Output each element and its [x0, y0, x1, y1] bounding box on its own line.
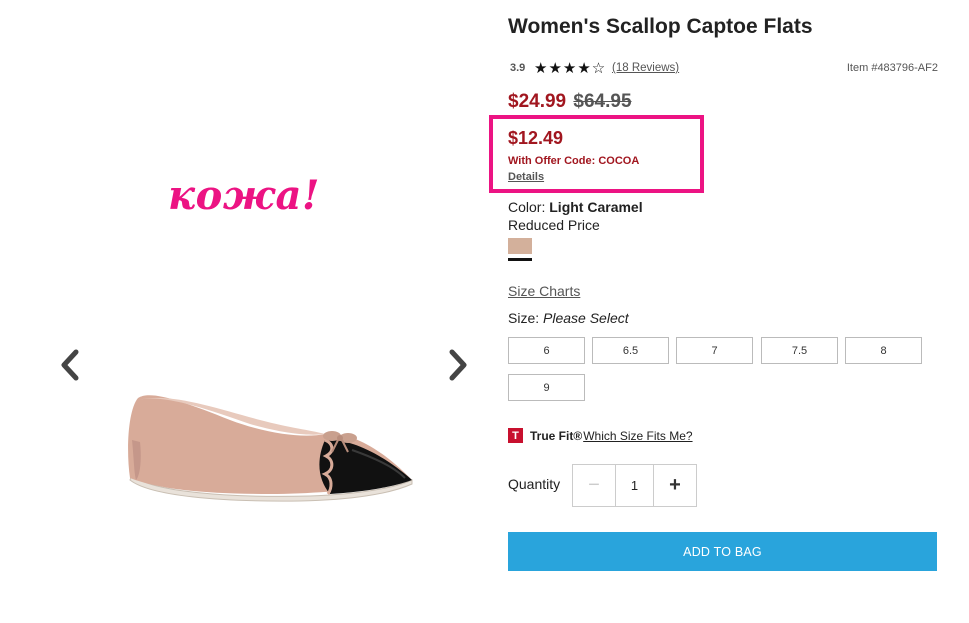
annotation-text: кожа! [168, 172, 320, 219]
size-charts-link[interactable]: Size Charts [508, 283, 580, 299]
size-option[interactable]: 6.5 [592, 337, 669, 364]
rating-value: 3.9 [510, 62, 526, 74]
offer-price: $12.49 [508, 128, 564, 148]
size-label: Size: Please Select [508, 310, 629, 326]
quantity-decrease-button[interactable]: − [573, 465, 615, 506]
size-option[interactable]: 8 [845, 337, 922, 364]
color-line: Color: Light Caramel [508, 199, 643, 215]
size-prompt: Please Select [543, 310, 629, 326]
truefit-name: True Fit® [530, 428, 583, 443]
filled-stars: ★★★★ [534, 60, 592, 77]
sale-price: $24.99 [508, 91, 567, 112]
reviews-link[interactable]: (18 Reviews) [612, 62, 679, 74]
size-option[interactable]: 7 [676, 337, 753, 364]
item-number: Item #483796-AF2 [846, 62, 938, 74]
which-size-fits-link[interactable]: Which Size Fits Me? [583, 429, 692, 443]
size-option[interactable]: 7.5 [761, 337, 838, 364]
product-gallery: кожа! [0, 0, 500, 623]
quantity-increase-button[interactable]: + [654, 465, 696, 506]
empty-star-icon: ☆ [591, 60, 607, 77]
chevron-left-icon[interactable] [56, 347, 86, 383]
product-image[interactable] [120, 380, 420, 510]
offer-details-link[interactable]: Details [508, 171, 544, 183]
original-price: $64.95 [573, 91, 632, 112]
add-to-bag-button[interactable]: ADD TO BAG [508, 532, 937, 571]
offer-highlight-box: $12.49 With Offer Code: COCOA Details [489, 115, 704, 193]
color-label: Color: [508, 199, 546, 215]
chevron-right-icon[interactable] [442, 347, 472, 383]
truefit-row: T True Fit® Which Size Fits Me? [508, 428, 693, 443]
quantity-stepper: − 1 + [572, 464, 697, 507]
product-title: Women's Scallop Captoe Flats [508, 15, 813, 38]
color-value: Light Caramel [549, 199, 643, 215]
color-swatch[interactable] [508, 238, 532, 254]
quantity-input[interactable]: 1 [615, 465, 654, 506]
offer-code-text: With Offer Code: COCOA [508, 155, 640, 167]
size-label-text: Size: [508, 310, 540, 326]
reduced-price-note: Reduced Price [508, 217, 600, 233]
truefit-logo-icon: T [508, 428, 523, 443]
size-option[interactable]: 9 [508, 374, 585, 401]
swatch-selected-indicator [508, 258, 532, 261]
quantity-label: Quantity [508, 476, 561, 492]
star-rating-icon: ★★★★☆ [534, 59, 606, 77]
rating-row: 3.9 ★★★★☆ (18 Reviews) Item #483796-AF2 [510, 60, 938, 78]
size-option[interactable]: 6 [508, 337, 585, 364]
price-row: $24.99 $64.95 [508, 91, 632, 113]
